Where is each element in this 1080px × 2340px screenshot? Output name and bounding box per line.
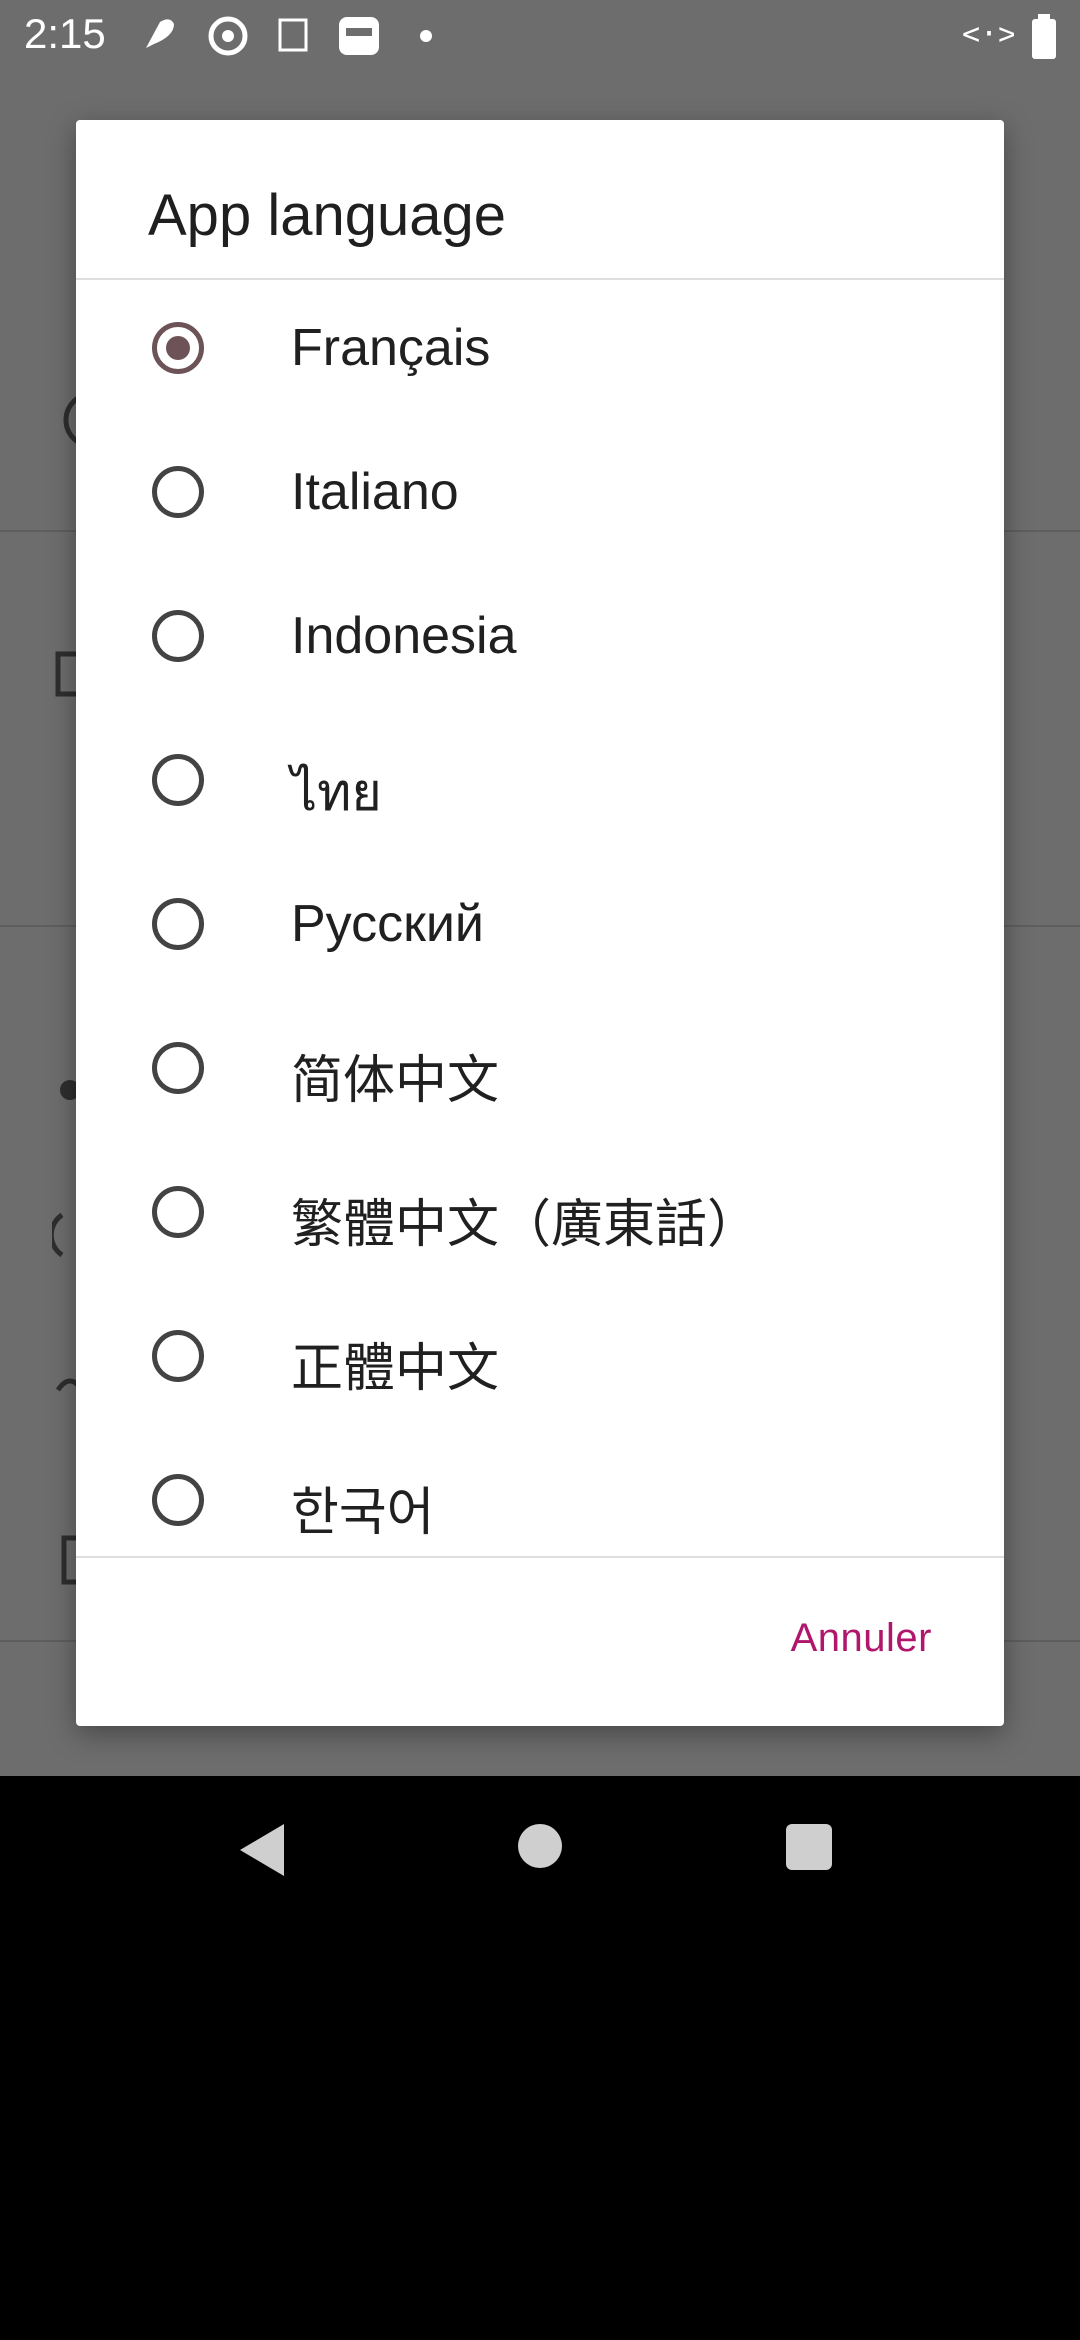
cancel-button[interactable]: Annuler <box>791 1616 932 1661</box>
language-option-label: 简体中文 <box>291 1052 500 1110</box>
radio-button[interactable] <box>152 1330 204 1382</box>
language-option-label: Français <box>291 319 491 377</box>
feather-icon <box>146 19 174 48</box>
language-option-francais[interactable]: Français <box>76 280 1004 424</box>
language-option-list[interactable]: Français Italiano Indonesia ไทย Русский … <box>76 280 1004 1556</box>
dialog-title: App language <box>148 183 506 248</box>
back-icon[interactable] <box>240 1824 284 1876</box>
language-option-simplified-chinese[interactable]: 简体中文 <box>76 1000 1004 1144</box>
language-option-traditional-chinese[interactable]: 正體中文 <box>76 1288 1004 1432</box>
language-option-label: 繁體中文（廣東話） <box>291 1196 760 1254</box>
language-option-label: Русский <box>291 895 484 953</box>
language-option-indonesia[interactable]: Indonesia <box>76 568 1004 712</box>
status-time: 2:15 <box>24 10 106 57</box>
language-option-label: 正體中文 <box>291 1340 500 1398</box>
language-option-cantonese[interactable]: 繁體中文（廣東話） <box>76 1144 1004 1288</box>
home-icon[interactable] <box>518 1824 562 1868</box>
radio-button[interactable] <box>152 754 204 806</box>
language-option-korean[interactable]: 한국어 <box>76 1432 1004 1556</box>
battery-icon <box>1032 14 1056 59</box>
radio-button[interactable] <box>152 1474 204 1526</box>
language-option-label: Indonesia <box>291 607 517 665</box>
app-language-dialog: App language Français Italiano Indonesia… <box>76 120 1004 1726</box>
dot-icon <box>420 30 432 42</box>
radio-button[interactable] <box>152 466 204 518</box>
language-option-label: Italiano <box>291 463 459 521</box>
language-option-italiano[interactable]: Italiano <box>76 424 1004 568</box>
radio-button[interactable] <box>152 1186 204 1238</box>
language-option-label: ไทย <box>291 764 382 822</box>
radio-button[interactable] <box>152 898 204 950</box>
radio-button-checked[interactable] <box>152 322 204 374</box>
radio-button[interactable] <box>152 610 204 662</box>
face-icon <box>339 17 379 55</box>
app-icon <box>278 18 308 52</box>
language-option-thai[interactable]: ไทย <box>76 712 1004 856</box>
svg-text:<·>: <·> <box>962 17 1014 52</box>
data-saver-icon: <·> <box>962 17 1014 52</box>
language-option-label: 한국어 <box>291 1484 435 1542</box>
dialog-divider <box>76 1556 1004 1558</box>
radio-button[interactable] <box>152 1042 204 1094</box>
target-icon <box>208 16 248 56</box>
status-bar: 2:15 <·> <box>0 0 1080 72</box>
navigation-bar <box>0 1776 1080 1926</box>
recent-apps-icon[interactable] <box>786 1824 832 1870</box>
language-option-russian[interactable]: Русский <box>76 856 1004 1000</box>
